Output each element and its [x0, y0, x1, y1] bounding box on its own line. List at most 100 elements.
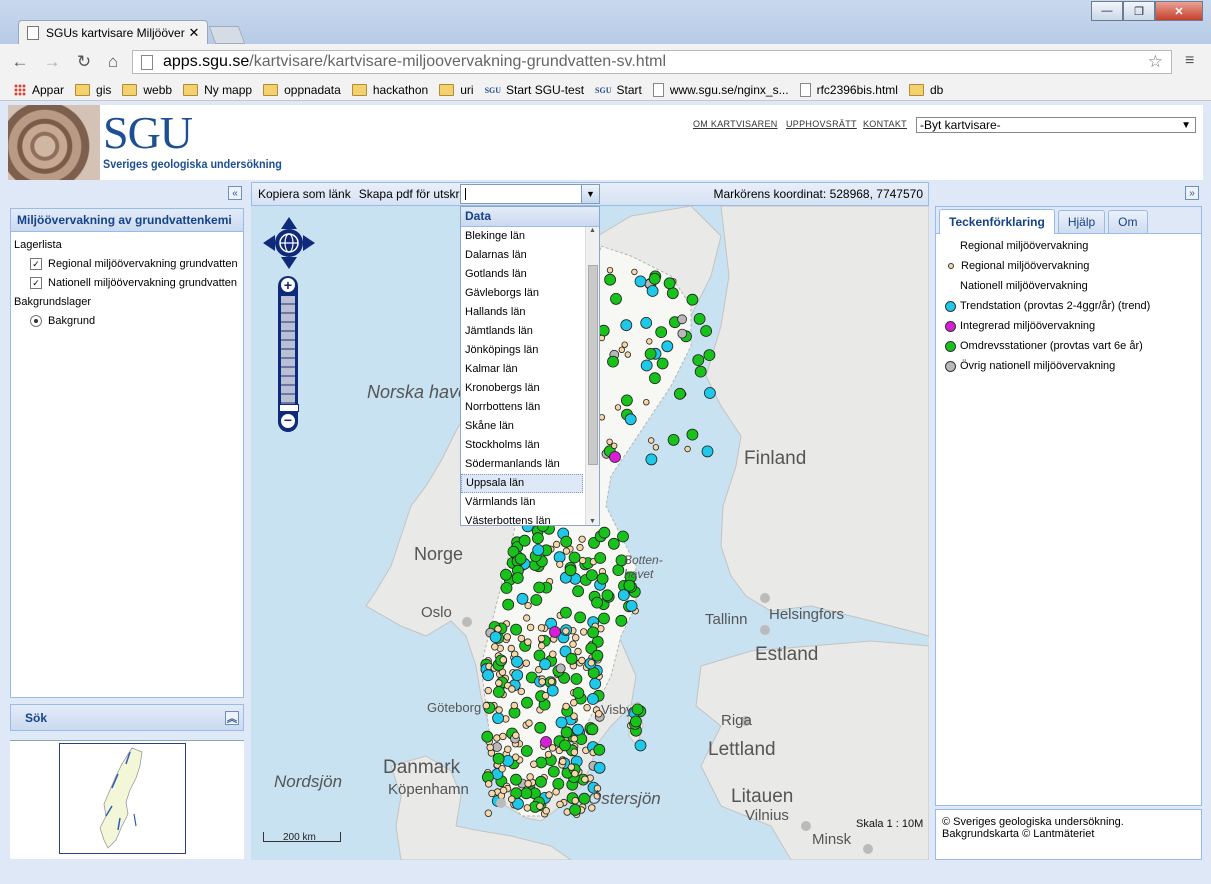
- close-tab-icon[interactable]: ✕: [187, 25, 201, 41]
- zoom-out-icon[interactable]: −: [281, 413, 295, 428]
- bookmark-item[interactable]: SGU Start SGU-test: [485, 83, 584, 97]
- station-marker-integrated: [540, 736, 552, 748]
- dropdown-item[interactable]: Skåne län: [461, 417, 599, 436]
- layer-item-regional[interactable]: ✓ Regional miljöövervakning grundvatten: [11, 254, 243, 273]
- sgu-logo[interactable]: SGU: [103, 110, 193, 156]
- data-combobox[interactable]: ▼: [460, 184, 600, 204]
- browser-tab[interactable]: SGUs kartvisare Miljööver ✕: [18, 20, 208, 45]
- map-label-danmark: Danmark: [383, 757, 461, 778]
- map-label-helsingfors: Helsingfors: [769, 606, 845, 623]
- bookmark-star-icon[interactable]: ☆: [1148, 52, 1163, 72]
- address-bar[interactable]: apps.sgu.se/kartvisare/kartvisare-miljoo…: [132, 50, 1172, 74]
- station-marker: [511, 669, 524, 682]
- layer-item-nationell[interactable]: ✓ Nationell miljöövervakning grundvatten: [11, 273, 243, 292]
- scroll-down-icon[interactable]: ▼: [586, 518, 599, 525]
- data-dropdown-list[interactable]: Data Blekinge län Dalarnas län Gotlands lä…: [460, 206, 600, 526]
- maximize-button[interactable]: ❐: [1123, 1, 1155, 21]
- station-marker: [530, 594, 543, 606]
- bookmark-label: Start: [616, 83, 642, 97]
- background-option[interactable]: Bakgrund: [11, 311, 243, 330]
- link-upphovsratt[interactable]: UPPHOVSRÄTT: [786, 119, 857, 129]
- close-window-button[interactable]: ✕: [1155, 1, 1203, 21]
- scroll-up-icon[interactable]: ▲: [586, 227, 599, 234]
- station-marker: [489, 631, 502, 644]
- bookmark-item[interactable]: webb: [122, 83, 172, 97]
- station-marker: [620, 319, 633, 332]
- dropdown-item[interactable]: Västerbottens län: [461, 512, 599, 525]
- make-pdf-button[interactable]: Skapa pdf för utskrift: [359, 187, 469, 201]
- station-marker: [569, 640, 577, 648]
- legend-label: Trendstation (provtas 2-4ggr/år) (trend): [960, 300, 1151, 312]
- overview-sweden-shape: [99, 747, 143, 849]
- bookmark-item[interactable]: www.sgu.se/nginx_s...: [652, 83, 789, 97]
- bookmark-item[interactable]: rfc2396bis.html: [799, 83, 898, 97]
- station-marker: [570, 673, 583, 685]
- checkbox-checked-icon[interactable]: ✓: [30, 257, 42, 270]
- bookmark-item[interactable]: SGU Start: [595, 83, 642, 97]
- browser-toolbar: ← → ↻ ⌂ apps.sgu.se/kartvisare/kartvisar…: [0, 44, 1211, 80]
- dropdown-item[interactable]: Dalarnas län: [461, 246, 599, 265]
- dropdown-scrollbar[interactable]: ▲ ▼: [585, 227, 599, 525]
- station-marker: [503, 633, 511, 641]
- chevron-down-icon[interactable]: ▼: [581, 185, 599, 203]
- link-kontakt[interactable]: KONTAKT: [863, 119, 907, 129]
- expand-up-icon[interactable]: ︽: [225, 710, 239, 725]
- tab-teckenforklaring[interactable]: Teckenförklaring: [939, 209, 1055, 234]
- zoom-in-icon[interactable]: +: [281, 278, 295, 292]
- search-panel-header[interactable]: Sök ︽: [10, 704, 244, 731]
- dropdown-item[interactable]: Gävleborgs län: [461, 284, 599, 303]
- dropdown-item[interactable]: Jämtlands län: [461, 322, 599, 341]
- radio-selected-icon[interactable]: [30, 314, 42, 327]
- home-icon[interactable]: ⌂: [101, 51, 125, 73]
- dropdown-item[interactable]: Hallands län: [461, 303, 599, 322]
- station-marker: [507, 644, 515, 653]
- pan-control[interactable]: [262, 216, 316, 270]
- station-marker: [666, 287, 679, 300]
- collapse-left-icon[interactable]: «: [228, 186, 242, 200]
- browser-menu-icon[interactable]: ≡: [1185, 53, 1201, 69]
- dropdown-item[interactable]: Blekinge län: [461, 227, 599, 246]
- station-marker: [587, 659, 595, 667]
- reload-icon[interactable]: ↻: [72, 51, 96, 73]
- back-icon[interactable]: ←: [8, 51, 32, 73]
- station-marker: [574, 647, 582, 656]
- station-marker: [684, 445, 691, 453]
- map-label-minsk: Minsk: [812, 831, 852, 848]
- dropdown-item[interactable]: Värmlands län: [461, 493, 599, 512]
- tab-hjalp[interactable]: Hjälp: [1057, 210, 1106, 233]
- dropdown-item[interactable]: Norrbottens län: [461, 398, 599, 417]
- forward-icon[interactable]: →: [40, 51, 64, 73]
- dropdown-item[interactable]: Stockholms län: [461, 436, 599, 455]
- zoom-slider[interactable]: + −: [278, 276, 299, 432]
- overview-map-frame[interactable]: [59, 743, 186, 854]
- zoom-track[interactable]: [281, 296, 295, 406]
- dropdown-item[interactable]: Kalmar län: [461, 360, 599, 379]
- dropdown-item[interactable]: Gotlands län: [461, 265, 599, 284]
- station-marker: [556, 800, 564, 809]
- scroll-thumb[interactable]: [588, 265, 598, 465]
- bookmark-item[interactable]: oppnadata: [263, 83, 341, 97]
- tab-title: SGUs kartvisare Miljööver: [46, 26, 185, 40]
- legend-symbol-icon: [945, 300, 956, 312]
- dropdown-item[interactable]: Jönköpings län: [461, 341, 599, 360]
- minimize-button[interactable]: —: [1091, 1, 1123, 21]
- bookmark-item[interactable]: uri: [439, 83, 474, 97]
- bookmark-item[interactable]: Ny mapp: [183, 83, 252, 97]
- bookmark-item[interactable]: db: [908, 83, 943, 97]
- bookmark-item[interactable]: gis: [75, 83, 111, 97]
- bookmark-item[interactable]: hackathon: [351, 83, 428, 97]
- station-marker: [562, 627, 570, 635]
- new-tab-button[interactable]: [208, 26, 246, 44]
- copy-link-button[interactable]: Kopiera som länk: [258, 187, 351, 201]
- dropdown-item[interactable]: Uppsala län: [461, 474, 583, 493]
- zoom-handle[interactable]: [279, 404, 299, 412]
- station-marker: [510, 773, 522, 786]
- link-om-kartvisaren[interactable]: OM KARTVISAREN: [693, 119, 778, 129]
- dropdown-item[interactable]: Södermanlands län: [461, 455, 599, 474]
- tab-om[interactable]: Om: [1108, 210, 1148, 233]
- collapse-right-icon[interactable]: »: [1185, 186, 1199, 200]
- checkbox-checked-icon[interactable]: ✓: [30, 276, 42, 289]
- bookmark-item[interactable]: Appar: [14, 83, 64, 97]
- viewer-select[interactable]: -Byt kartvisare- ▼: [916, 117, 1196, 133]
- dropdown-item[interactable]: Kronobergs län: [461, 379, 599, 398]
